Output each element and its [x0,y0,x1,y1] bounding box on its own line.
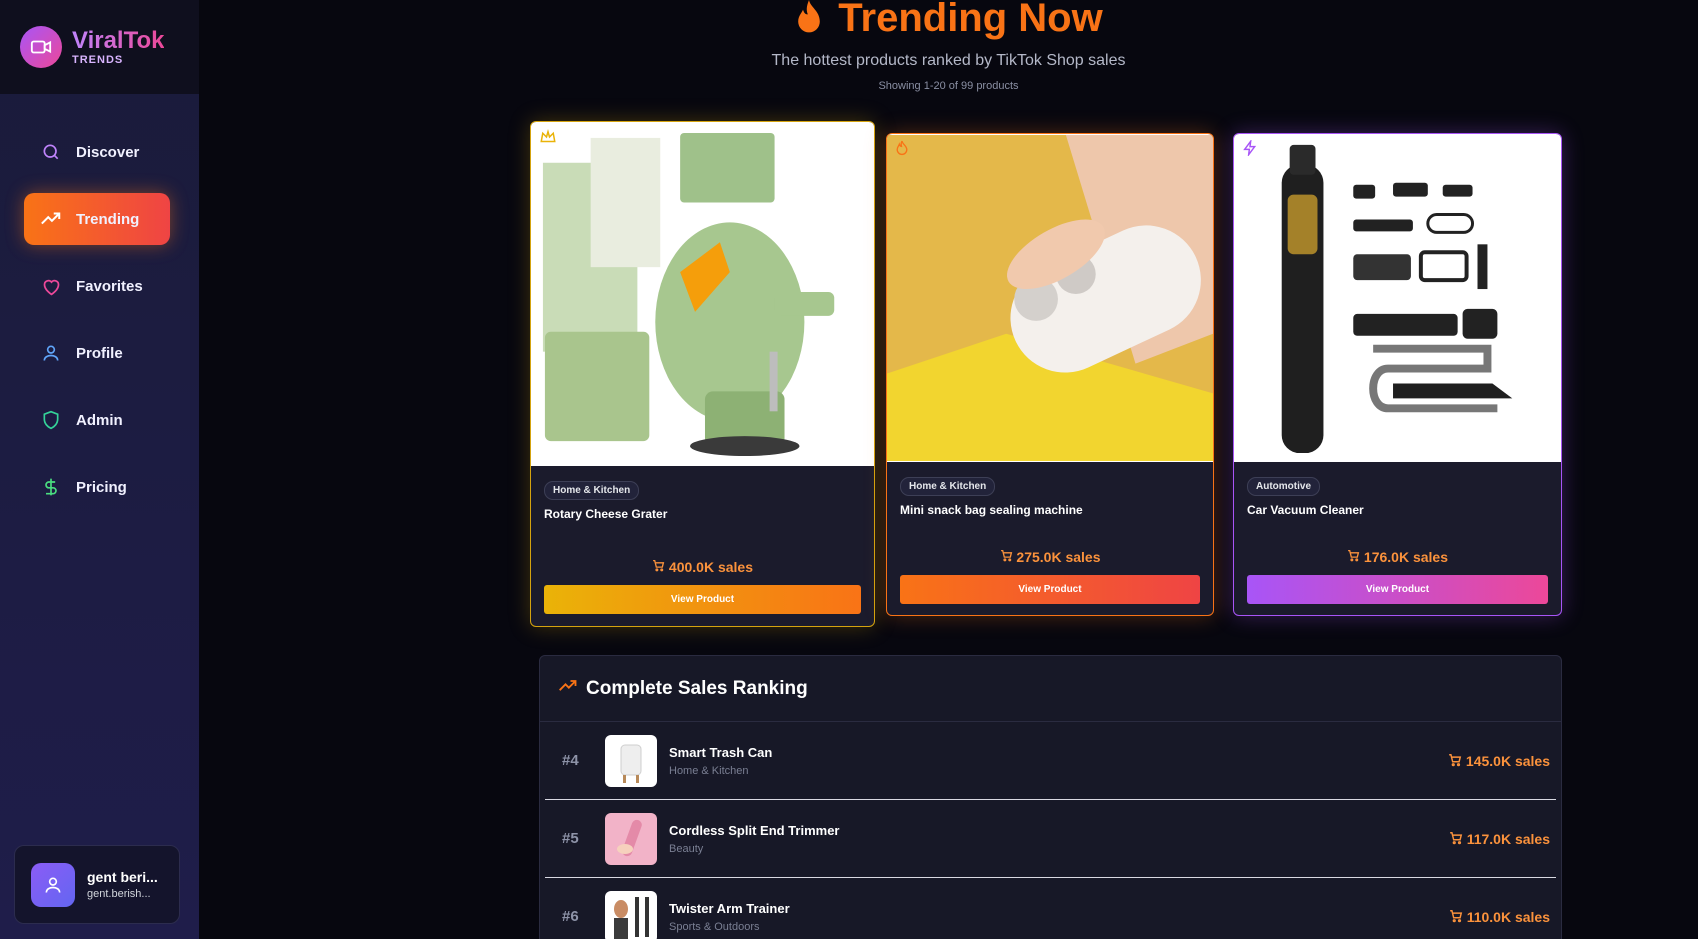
product-thumbnail[interactable] [605,890,657,939]
product-name: Rotary Cheese Grater [544,507,668,521]
cart-icon [1449,909,1463,926]
product-category: Home & Kitchen [669,764,749,777]
nav-item-discover[interactable]: Discover [24,126,170,178]
nav-label: Pricing [76,478,127,496]
nav-item-admin[interactable]: Admin [24,394,170,446]
user-icon [40,342,62,364]
sales-count: 110.0K sales [1449,878,1550,939]
product-image[interactable] [1234,134,1561,462]
sidebar: ViralTok TRENDS Discover Trending Favori… [0,0,199,939]
ranking-row[interactable]: #6 Twister Arm Trainer Sports & Outdoors… [545,878,1556,939]
bolt-icon [1242,138,1260,158]
sales-count: 145.0K sales [1448,722,1550,800]
video-camera-icon [20,26,62,68]
trending-up-icon [558,676,578,701]
product-image[interactable] [887,134,1213,462]
category-chip: Home & Kitchen [900,477,996,496]
product-image[interactable] [531,122,874,466]
search-icon [40,141,62,163]
sales-text: 400.0K sales [668,559,753,575]
category-chip: Home & Kitchen [544,481,640,500]
heart-icon [40,275,62,297]
product-name: Cordless Split End Trimmer [669,822,840,838]
ranking-row[interactable]: #4 Smart Trash Can Home & Kitchen 145.0K… [545,722,1556,800]
trending-up-icon [40,208,62,230]
nav-label: Trending [76,210,140,228]
brand-sub: TRENDS [72,54,124,66]
results-count: Showing 1-20 of 99 products [878,80,1019,92]
product-name: Smart Trash Can [669,744,773,760]
nav-label: Discover [76,143,140,161]
product-name: Car Vacuum Cleaner [1247,503,1364,517]
rank-number: #6 [562,908,579,925]
product-card-rank-1[interactable]: Home & Kitchen Rotary Cheese Grater 400.… [530,121,875,627]
category-chip: Automotive [1247,477,1320,496]
page-subtitle: The hottest products ranked by TikTok Sh… [771,52,1126,69]
shield-icon [40,409,62,431]
nav-item-trending[interactable]: Trending [24,193,170,245]
sales-text: 275.0K sales [1016,549,1101,565]
product-category: Sports & Outdoors [669,920,760,933]
brand[interactable]: ViralTok TRENDS [0,0,199,94]
sales-text: 145.0K sales [1465,753,1550,769]
nav-label: Profile [76,344,123,362]
dollar-icon [40,476,62,498]
ranking-title: Complete Sales Ranking [586,677,808,699]
cart-icon [1449,831,1463,848]
ranking-row[interactable]: #5 Cordless Split End Trimmer Beauty 117… [545,800,1556,878]
sales-text: 110.0K sales [1466,909,1550,925]
product-name: Twister Arm Trainer [669,900,790,916]
rank-number: #5 [562,830,579,847]
user-menu[interactable]: gent beri... gent.berish... [14,845,180,924]
flame-icon [794,0,824,41]
flame-icon [895,140,913,158]
main-nav: Discover Trending Favorites Profile Admi… [24,126,170,528]
crown-icon [539,128,557,146]
user-name: gent beri... [87,869,158,885]
rank-number: #4 [562,752,579,769]
product-thumbnail[interactable] [605,734,657,787]
sales-count: 117.0K sales [1449,800,1550,878]
view-product-button[interactable]: View Product [900,575,1200,604]
product-category: Beauty [669,842,704,855]
view-product-button[interactable]: View Product [1247,575,1548,604]
nav-item-pricing[interactable]: Pricing [24,461,170,513]
sales-text: 117.0K sales [1466,831,1550,847]
brand-name: ViralTok [72,27,165,54]
nav-item-favorites[interactable]: Favorites [24,260,170,312]
sales-count: 275.0K sales [900,549,1200,565]
nav-item-profile[interactable]: Profile [24,327,170,379]
cart-icon [1000,549,1017,565]
avatar [31,862,75,907]
sales-text: 176.0K sales [1363,549,1448,565]
cart-icon [652,559,669,575]
product-thumbnail[interactable] [605,812,657,865]
cart-icon [1347,549,1364,565]
product-name: Mini snack bag sealing machine [900,503,1083,517]
nav-label: Admin [76,411,123,429]
product-card-rank-3[interactable]: Automotive Car Vacuum Cleaner 176.0K sal… [1233,133,1562,616]
sales-count: 400.0K sales [544,559,861,575]
page-title: Trending Now [838,0,1103,40]
product-card-rank-2[interactable]: Home & Kitchen Mini snack bag sealing ma… [886,133,1214,616]
view-product-button[interactable]: View Product [544,585,861,614]
sales-count: 176.0K sales [1247,549,1548,565]
cart-icon [1448,753,1462,770]
sales-ranking-panel: Complete Sales Ranking #4 Smart Trash Ca… [539,655,1562,939]
user-email: gent.berish... [87,888,151,900]
nav-label: Favorites [76,277,143,295]
